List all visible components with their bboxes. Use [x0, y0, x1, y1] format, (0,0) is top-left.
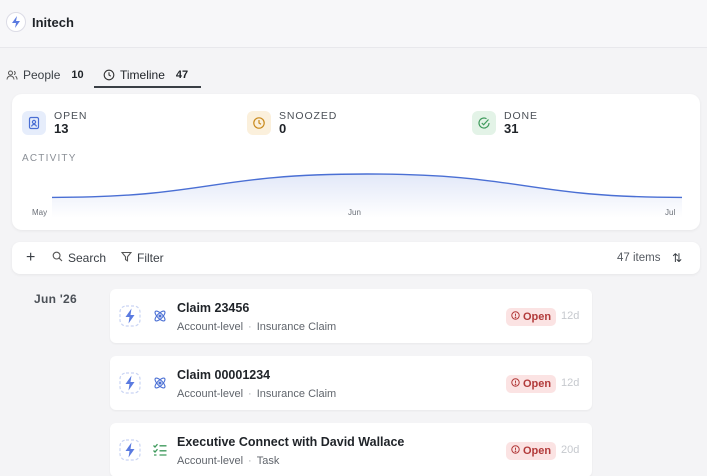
card-title[interactable]: Claim 00001234	[177, 368, 270, 382]
contact-card-icon	[22, 111, 46, 135]
clock-icon	[103, 69, 115, 81]
timeline-card[interactable]: Claim 00001234 Account-level · Insurance Cl…	[110, 356, 592, 410]
status-label: Open	[523, 311, 552, 323]
filter-button[interactable]: Filter	[120, 242, 164, 274]
atom-icon	[152, 308, 168, 324]
top-bar: Initech	[0, 0, 707, 48]
bolt-logo-icon	[6, 12, 26, 32]
add-button[interactable]: +	[26, 242, 35, 274]
tab-people-count: 10	[71, 69, 84, 81]
status-badge[interactable]: Open	[506, 308, 557, 326]
sort-button[interactable]: ⇅	[672, 242, 682, 274]
stat-open-value: 13	[54, 121, 69, 136]
sort-icon: ⇅	[672, 251, 683, 265]
card-scope: Account-level	[177, 388, 244, 400]
timeline-card[interactable]: Executive Connect with David Wallace Acco…	[110, 423, 592, 476]
stat-done[interactable]: DONE 31	[472, 110, 538, 136]
bolt-app-icon	[119, 439, 141, 461]
activity-label: ACTIVITY	[22, 153, 77, 164]
filter-label: Filter	[137, 251, 164, 265]
search-button[interactable]: Search	[52, 242, 106, 274]
bolt-app-icon	[119, 305, 141, 327]
card-title[interactable]: Executive Connect with David Wallace	[177, 435, 404, 449]
activity-area	[52, 174, 682, 218]
separator-dot: ·	[248, 321, 252, 333]
summary-card: OPEN 13 SNOOZED 0 DONE 31 ACTIVITY May J…	[12, 94, 700, 230]
clock-icon	[247, 111, 271, 135]
alert-circle-icon	[511, 445, 520, 457]
tab-people[interactable]: People 10	[6, 62, 84, 88]
app-name: Initech	[32, 14, 74, 30]
people-icon	[6, 69, 18, 81]
checklist-icon	[152, 442, 168, 458]
tab-timeline-label: Timeline	[120, 68, 165, 82]
brand[interactable]: Initech	[6, 12, 74, 32]
alert-circle-icon	[511, 378, 520, 390]
stat-snoozed-label: SNOOZED	[279, 110, 338, 122]
x-tick-jun: Jun	[348, 208, 361, 217]
card-type: Insurance Claim	[256, 321, 337, 333]
separator-dot: ·	[248, 388, 252, 400]
card-age: 12d	[561, 310, 580, 322]
card-meta: Account-level · Insurance Claim	[177, 388, 336, 400]
timeline-card[interactable]: Claim 23456 Account-level · Insurance Claim…	[110, 289, 592, 343]
status-badge[interactable]: Open	[506, 375, 557, 393]
group-date-label: Jun '26	[34, 292, 77, 306]
x-tick-jul: Jul	[665, 208, 676, 217]
list-toolbar: + Search Filter 47 items ⇅	[12, 242, 700, 274]
card-meta: Account-level · Task	[177, 455, 279, 467]
card-scope: Account-level	[177, 321, 244, 333]
stat-done-value: 31	[504, 121, 519, 136]
status-badge[interactable]: Open	[506, 442, 557, 460]
status-label: Open	[523, 378, 552, 390]
search-icon	[52, 251, 63, 265]
tab-timeline[interactable]: Timeline 47	[94, 62, 201, 88]
tab-people-label: People	[23, 68, 61, 82]
card-scope: Account-level	[177, 455, 244, 467]
atom-icon	[152, 375, 168, 391]
card-type: Task	[256, 455, 280, 467]
active-tab-indicator	[94, 86, 201, 88]
card-title[interactable]: Claim 23456	[177, 301, 249, 315]
card-age: 20d	[561, 444, 580, 456]
check-circle-icon	[472, 111, 496, 135]
stat-snoozed[interactable]: SNOOZED 0	[247, 110, 337, 136]
stat-snoozed-value: 0	[279, 121, 287, 136]
status-label: Open	[523, 445, 552, 457]
search-label: Search	[68, 251, 107, 265]
alert-circle-icon	[511, 311, 520, 323]
stat-open[interactable]: OPEN 13	[22, 110, 87, 136]
bolt-app-icon	[119, 372, 141, 394]
x-tick-may: May	[32, 208, 48, 217]
card-meta: Account-level · Insurance Claim	[177, 321, 336, 333]
filter-icon	[120, 251, 133, 265]
separator-dot: ·	[248, 455, 252, 467]
card-age: 12d	[561, 377, 580, 389]
card-type: Insurance Claim	[256, 388, 337, 400]
tab-bar: People 10 Timeline 47	[0, 62, 707, 88]
items-count: 47 items	[617, 252, 661, 264]
tab-timeline-count: 47	[175, 69, 189, 81]
